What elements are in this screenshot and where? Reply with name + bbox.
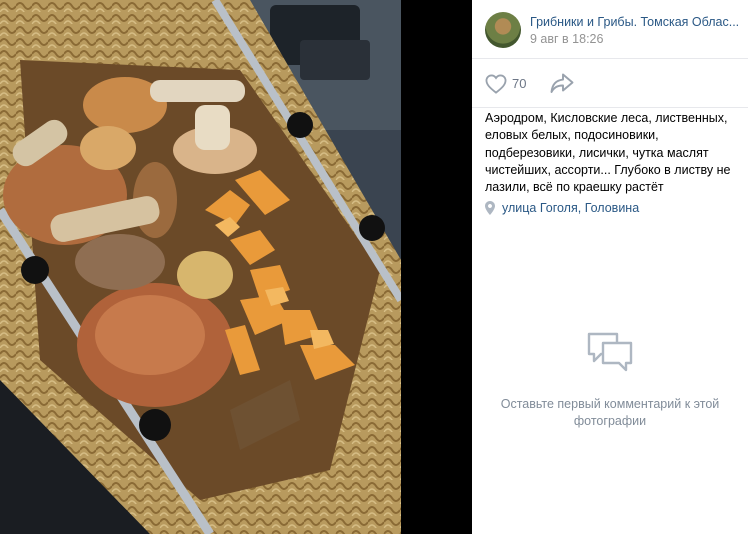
post-caption: Аэродром, Кисловские леса, лиственных, е… — [485, 111, 731, 195]
photo-info-panel: Грибники и Грибы. Томская Облас... 9 авг… — [472, 0, 748, 534]
comment-bubbles-icon — [587, 332, 633, 372]
location-text[interactable]: улица Гоголя, Головина — [502, 201, 639, 215]
empty-comments: Оставьте первый комментарий к этой фотог… — [472, 330, 748, 430]
post-header: Грибники и Грибы. Томская Облас... 9 авг… — [472, 0, 748, 59]
map-pin-icon — [485, 201, 495, 215]
photo-mushroom-basket[interactable] — [0, 0, 401, 534]
group-avatar[interactable] — [485, 12, 521, 48]
share-arrow-icon[interactable] — [550, 73, 574, 94]
group-name-link[interactable]: Грибники и Грибы. Томская Облас... — [530, 15, 740, 29]
heart-icon[interactable] — [485, 74, 507, 94]
empty-comments-text: Оставьте первый комментарий к этой фотог… — [500, 397, 720, 428]
photo-viewer — [0, 0, 472, 534]
location-link[interactable]: улица Гоголя, Головина — [485, 199, 639, 217]
like-count: 70 — [512, 76, 527, 91]
post-date-link[interactable]: 9 авг в 18:26 — [530, 32, 603, 46]
post-actions: 70 — [472, 59, 748, 108]
